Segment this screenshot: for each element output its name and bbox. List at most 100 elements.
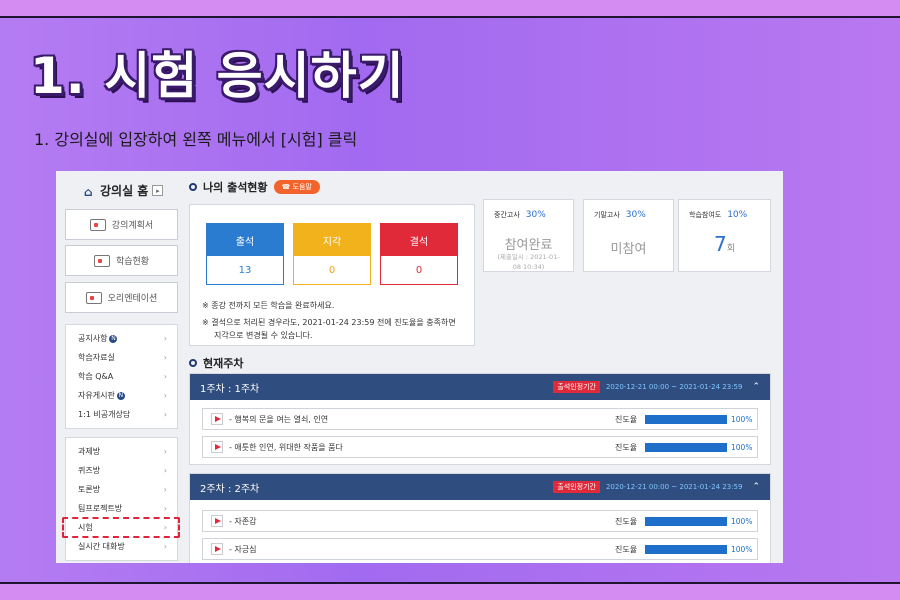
lesson-row[interactable]: - 행복의 문을 여는 열쇠, 인연 진도율 100% [202, 408, 758, 430]
chevron-right-icon: › [163, 391, 167, 400]
attendance-box: 출석 13 지각 0 결석 0 ※ 종강 전까지 모든 학습을 완료하세요. ※… [189, 204, 475, 346]
board-menu: 공지사항 N › 학습자료실 › 학습 Q&A › 자유게시판 N › 1:1 비공개상담 › [65, 324, 178, 429]
attendance-period-badge: 출석인정기간 [553, 381, 600, 393]
play-icon[interactable] [211, 543, 223, 555]
home-icon: ⌂ [84, 184, 93, 199]
attendance-card-present: 출석 13 [206, 223, 284, 285]
stat-pct: 30% [625, 210, 646, 220]
progress-value: 100% [731, 516, 753, 526]
progress-button[interactable]: 학습현황 [65, 245, 178, 276]
week-title: 2주차 : 2주차 [200, 483, 260, 495]
new-badge: N [116, 391, 125, 400]
play-icon[interactable] [211, 413, 223, 425]
stat-label: 학습참여도 [689, 211, 722, 219]
participation-label: 학습참여도 10% [689, 210, 747, 220]
menu-item-free-board[interactable]: 자유게시판 N › [66, 386, 177, 405]
lesson-row[interactable]: - 애틋한 인연, 위대한 작품을 품다 진도율 100% [202, 436, 758, 458]
menu-item-materials[interactable]: 학습자료실 › [66, 348, 177, 367]
chevron-right-icon: › [163, 485, 167, 494]
menu-item-team-project[interactable]: 팀프로젝트방 › [66, 499, 177, 518]
chevron-right-icon: › [163, 447, 167, 456]
midterm-label: 중간고사 30% [494, 210, 546, 220]
progress-label: 진도율 [615, 442, 638, 452]
week-period: 2020-12-21 00:00 ~ 2021-01-24 23:59 [605, 483, 743, 491]
orientation-button[interactable]: 오리엔테이션 [65, 282, 178, 313]
attendance-note-2b: 지각으로 변경될 수 있습니다. [214, 331, 313, 340]
menu-label: 토론방 [78, 485, 101, 494]
attendance-card-absent: 결석 0 [380, 223, 458, 285]
card-value: 13 [207, 256, 283, 284]
monitor-icon [93, 254, 110, 267]
lesson-title: - 자존감 [229, 516, 257, 526]
midterm-submit-time: (제출일시 : 2021-01- [497, 253, 560, 261]
chevron-right-icon: › [163, 466, 167, 475]
chevron-up-icon[interactable]: ⌃ [752, 382, 760, 392]
menu-item-private-consult[interactable]: 1:1 비공개상담 › [66, 405, 177, 424]
help-label: 도움말 [292, 183, 312, 191]
lesson-row[interactable]: - 자존감 진도율 100% [202, 510, 758, 532]
lesson-title: - 행복의 문을 여는 열쇠, 인연 [229, 414, 329, 424]
lesson-title: - 자긍심 [229, 544, 257, 554]
final-label: 기말고사 30% [594, 210, 646, 220]
attendance-period-badge: 출석인정기간 [553, 481, 600, 493]
slide-subtitle: 1. 강의실에 입장하여 왼쪽 메뉴에서 [시험] 클릭 [34, 130, 358, 149]
final-status: 미참여 [610, 242, 647, 257]
chevron-right-icon: › [163, 372, 167, 381]
progress-bar [645, 442, 727, 452]
chevron-right-icon: › [163, 504, 167, 513]
chevron-right-icon: › [163, 353, 167, 362]
week-title: 1주차 : 1주차 [200, 383, 260, 395]
help-button[interactable]: ☎ 도움말 [273, 180, 320, 194]
menu-label: 자유게시판 [78, 391, 115, 400]
slide-title: 1. 시험 응시하기 [30, 47, 405, 105]
bullet-icon [189, 359, 197, 367]
play-icon[interactable] [211, 441, 223, 453]
menu-item-discussion[interactable]: 토론방 › [66, 480, 177, 499]
stat-pct: 30% [525, 210, 546, 220]
menu-label: 공지사항 [78, 334, 108, 343]
menu-label: 팀프로젝트방 [78, 504, 123, 513]
syllabus-button[interactable]: 강의계획서 [65, 209, 178, 240]
progress-label: 진도율 [615, 414, 638, 424]
menu-label: 학습 Q&A [78, 372, 114, 381]
attendance-note-2a: ※ 결석으로 처리된 경우라도, 2021-01-24 23:59 전에 진도율… [202, 318, 456, 327]
menu-label: 1:1 비공개상담 [78, 410, 131, 419]
progress-label: 진도율 [615, 516, 638, 526]
stat-label: 기말고사 [594, 211, 620, 219]
progress-label: 학습현황 [115, 257, 150, 267]
chevron-up-icon[interactable]: ⌃ [752, 482, 760, 492]
participation-card: 학습참여도 10% 7회 [678, 199, 771, 272]
chevron-right-icon: › [163, 334, 167, 343]
midterm-card[interactable]: 중간고사 30% 참여완료 (제출일시 : 2021-01- 08 10:34) [483, 199, 574, 272]
week-header[interactable]: 2주차 : 2주차 출석인정기간 2020-12-21 00:00 ~ 2021… [190, 474, 770, 500]
menu-item-notice[interactable]: 공지사항 N › [66, 329, 177, 348]
menu-item-assignment[interactable]: 과제방 › [66, 442, 177, 461]
top-band [0, 0, 900, 18]
final-card[interactable]: 기말고사 30% 미참여 [583, 199, 674, 272]
week-panel-2: 2주차 : 2주차 출석인정기간 2020-12-21 00:00 ~ 2021… [189, 473, 771, 563]
orientation-label: 오리엔테이션 [107, 294, 158, 304]
lms-screenshot: ⌂ 강의실 홈 ▸ 강의계획서 학습현황 오리엔테이션 공지사항 N › 학습자료실… [56, 171, 783, 563]
progress-bar [645, 516, 727, 526]
stat-pct: 10% [727, 210, 748, 220]
participation-unit: 회 [726, 244, 735, 254]
lesson-row[interactable]: - 자긍심 진도율 100% [202, 538, 758, 560]
bullet-icon [189, 183, 197, 191]
menu-item-qna[interactable]: 학습 Q&A › [66, 367, 177, 386]
progress-value: 100% [731, 414, 753, 424]
play-icon[interactable] [211, 515, 223, 527]
progress-value: 100% [731, 442, 753, 452]
card-value: 0 [294, 256, 370, 284]
new-badge: N [109, 334, 118, 343]
home-link[interactable]: ⌂ 강의실 홈 ▸ [84, 182, 164, 199]
lesson-title: - 애틋한 인연, 위대한 작품을 품다 [229, 442, 343, 452]
progress-label: 진도율 [615, 544, 638, 554]
midterm-status: 참여완료 [504, 238, 553, 253]
progress-value: 100% [731, 544, 753, 554]
midterm-submit-time-2: 08 10:34) [512, 263, 545, 271]
current-week-title: 현재주차 [203, 357, 244, 370]
menu-item-live-chat[interactable]: 실시간 대화방 › [66, 537, 177, 556]
menu-item-quiz[interactable]: 퀴즈방 › [66, 461, 177, 480]
progress-bar [645, 414, 727, 424]
week-header[interactable]: 1주차 : 1주차 출석인정기간 2020-12-21 00:00 ~ 2021… [190, 374, 770, 400]
